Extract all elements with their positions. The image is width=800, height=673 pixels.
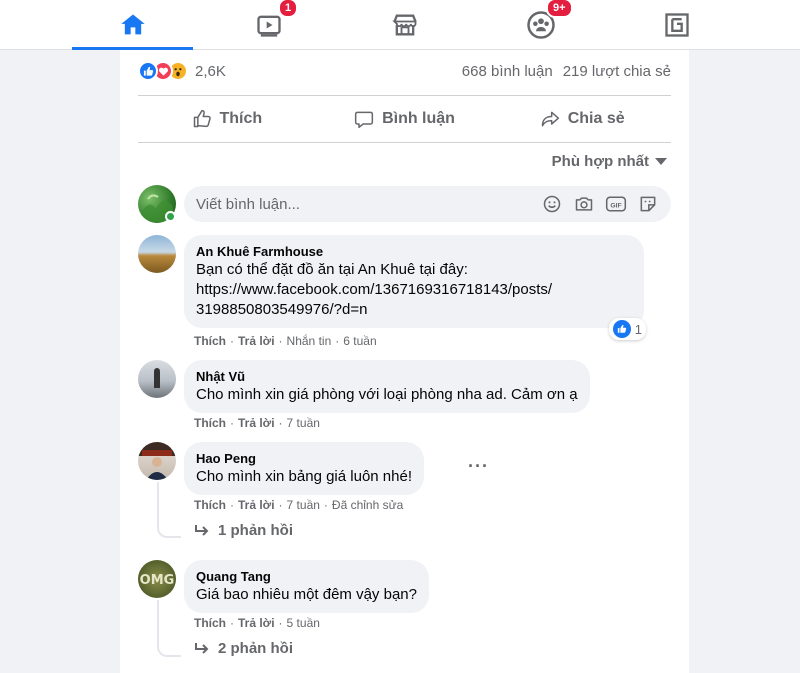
comment-link[interactable]: 3198850803549976/?d=n xyxy=(196,300,632,320)
comment-reply-link[interactable]: Trả lời xyxy=(238,334,275,348)
comment-button-label: Bình luận xyxy=(382,110,455,127)
message-link[interactable]: Nhắn tin xyxy=(287,334,332,348)
comment-bubble: Nhật Vũ Cho mình xin giá phòng với loại … xyxy=(184,360,590,413)
nav-tab-marketplace[interactable] xyxy=(344,0,465,50)
replies-count: 1 phản hồi xyxy=(218,522,293,539)
comment-item: OMG Quang Tang Giá bao nhiêu một đêm vậy… xyxy=(138,560,671,657)
nav-tab-watch[interactable]: 1 xyxy=(208,0,329,50)
divider xyxy=(138,142,671,143)
comment-like-link[interactable]: Thích xyxy=(194,334,226,348)
comment-timestamp[interactable]: 6 tuần xyxy=(343,334,376,348)
commenter-avatar[interactable] xyxy=(138,442,176,480)
gaming-icon xyxy=(664,13,689,37)
comment-reply-link[interactable]: Trả lời xyxy=(238,616,275,630)
comment-meta: Thích · Trả lời · 5 tuần xyxy=(194,616,320,630)
camera-icon[interactable] xyxy=(573,193,595,215)
like-reaction-icon xyxy=(138,61,158,81)
comment-meta: Thích · Trả lời · Nhắn tin · 6 tuần xyxy=(194,334,377,348)
comment-icon xyxy=(354,111,374,129)
comment-timestamp[interactable]: 7 tuần xyxy=(287,498,320,512)
svg-text:OMG: OMG xyxy=(140,573,175,588)
home-icon xyxy=(120,14,145,35)
comment-item: An Khuê Farmhouse Bạn có thể đặt đồ ăn t… xyxy=(138,235,671,348)
view-replies-link[interactable]: 1 phản hồi xyxy=(194,522,671,539)
top-navigation: 1 9+ xyxy=(0,0,800,50)
comment-sort-dropdown[interactable]: Phù hợp nhất xyxy=(552,153,667,170)
nav-tab-gaming[interactable] xyxy=(616,0,737,50)
comment-reply-link[interactable]: Trả lời xyxy=(238,416,275,430)
like-reaction-icon xyxy=(612,320,631,338)
share-button-label: Chia sẻ xyxy=(567,110,625,127)
nav-tab-groups[interactable]: 9+ xyxy=(480,0,601,50)
comment-item: Hao Peng Cho mình xin bảng giá luôn nhé!… xyxy=(138,442,671,539)
comment-input[interactable] xyxy=(196,195,531,213)
post-card: 2,6K 668 bình luận 219 lượt chia sẻ Thíc… xyxy=(120,50,689,673)
caret-down-icon xyxy=(655,157,667,165)
like-button-label: Thích xyxy=(219,110,263,127)
comment-button[interactable]: Bình luận xyxy=(316,97,494,141)
commenter-avatar[interactable] xyxy=(138,235,176,273)
comment-meta: Thích · Trả lời · 7 tuần xyxy=(194,416,320,430)
reaction-summary[interactable]: 2,6K xyxy=(138,61,226,81)
reply-arrow-icon xyxy=(195,524,209,536)
svg-text:GIF: GIF xyxy=(610,202,621,209)
reply-arrow-icon xyxy=(195,642,209,654)
sort-label: Phù hợp nhất xyxy=(551,153,649,170)
emoji-icon[interactable] xyxy=(541,193,563,215)
post-stats: 2,6K 668 bình luận 219 lượt chia sẻ xyxy=(138,60,671,82)
gif-icon[interactable]: GIF xyxy=(605,193,627,215)
comment-composer: GIF xyxy=(138,184,671,224)
comment-meta: Thích · Trả lời · 7 tuần · Đã chỉnh sửa xyxy=(194,498,404,512)
comment-timestamp[interactable]: 7 tuần xyxy=(287,416,320,430)
marketplace-icon xyxy=(391,14,417,36)
comment-like-count[interactable]: 1 xyxy=(608,318,646,340)
divider xyxy=(138,95,671,96)
more-options-icon[interactable]: ··· xyxy=(468,456,489,477)
comment-author[interactable]: An Khuê Farmhouse xyxy=(196,243,632,260)
watch-notification-badge: 1 xyxy=(278,0,299,18)
commenter-avatar[interactable]: OMG xyxy=(138,560,176,598)
comment-author[interactable]: Hao Peng xyxy=(196,450,412,467)
share-button[interactable]: Chia sẻ xyxy=(493,97,671,141)
comment-link[interactable]: https://www.facebook.com/136716931671814… xyxy=(196,280,632,300)
comment-text: Cho mình xin bảng giá luôn nhé! xyxy=(196,468,412,485)
comment-author[interactable]: Nhật Vũ xyxy=(196,368,578,385)
comment-author[interactable]: Quang Tang xyxy=(196,568,417,585)
comment-item: Nhật Vũ Cho mình xin giá phòng với loại … xyxy=(138,360,671,430)
edited-label[interactable]: Đã chỉnh sửa xyxy=(332,498,403,512)
comment-reply-link[interactable]: Trả lời xyxy=(238,498,275,512)
replies-count: 2 phản hồi xyxy=(218,640,293,657)
share-icon xyxy=(541,111,559,127)
like-count-value: 1 xyxy=(634,321,642,337)
comment-input-box: GIF xyxy=(184,186,671,222)
watch-icon xyxy=(256,15,281,37)
comment-text: Giá bao nhiêu một đêm vậy bạn? xyxy=(196,586,417,603)
comment-bubble: Hao Peng Cho mình xin bảng giá luôn nhé! xyxy=(184,442,424,495)
comment-bubble: An Khuê Farmhouse Bạn có thể đặt đồ ăn t… xyxy=(184,235,646,340)
like-button[interactable]: Thích xyxy=(138,97,316,141)
comment-like-link[interactable]: Thích xyxy=(194,416,226,430)
comment-like-link[interactable]: Thích xyxy=(194,498,226,512)
thumbs-up-icon xyxy=(193,109,211,128)
nav-tab-home[interactable] xyxy=(72,0,193,50)
sticker-icon[interactable] xyxy=(637,193,659,215)
view-replies-link[interactable]: 2 phản hồi xyxy=(194,640,671,657)
groups-notification-badge: 9+ xyxy=(546,0,573,18)
online-status-dot xyxy=(165,211,176,222)
reaction-count: 2,6K xyxy=(195,62,226,80)
post-actions: Thích Bình luận Chia sẻ xyxy=(138,97,671,141)
comment-count-link[interactable]: 668 bình luận xyxy=(462,63,553,80)
commenter-avatar[interactable] xyxy=(138,360,176,398)
comment-like-link[interactable]: Thích xyxy=(194,616,226,630)
share-count-link[interactable]: 219 lượt chia sẻ xyxy=(563,63,671,80)
comment-bubble: Quang Tang Giá bao nhiêu một đêm vậy bạn… xyxy=(184,560,429,613)
comment-text-line: Bạn có thể đặt đồ ăn tại An Khuê tại đây… xyxy=(196,261,468,278)
comment-text: Cho mình xin giá phòng với loại phòng nh… xyxy=(196,386,578,403)
comment-timestamp[interactable]: 5 tuần xyxy=(287,616,320,630)
